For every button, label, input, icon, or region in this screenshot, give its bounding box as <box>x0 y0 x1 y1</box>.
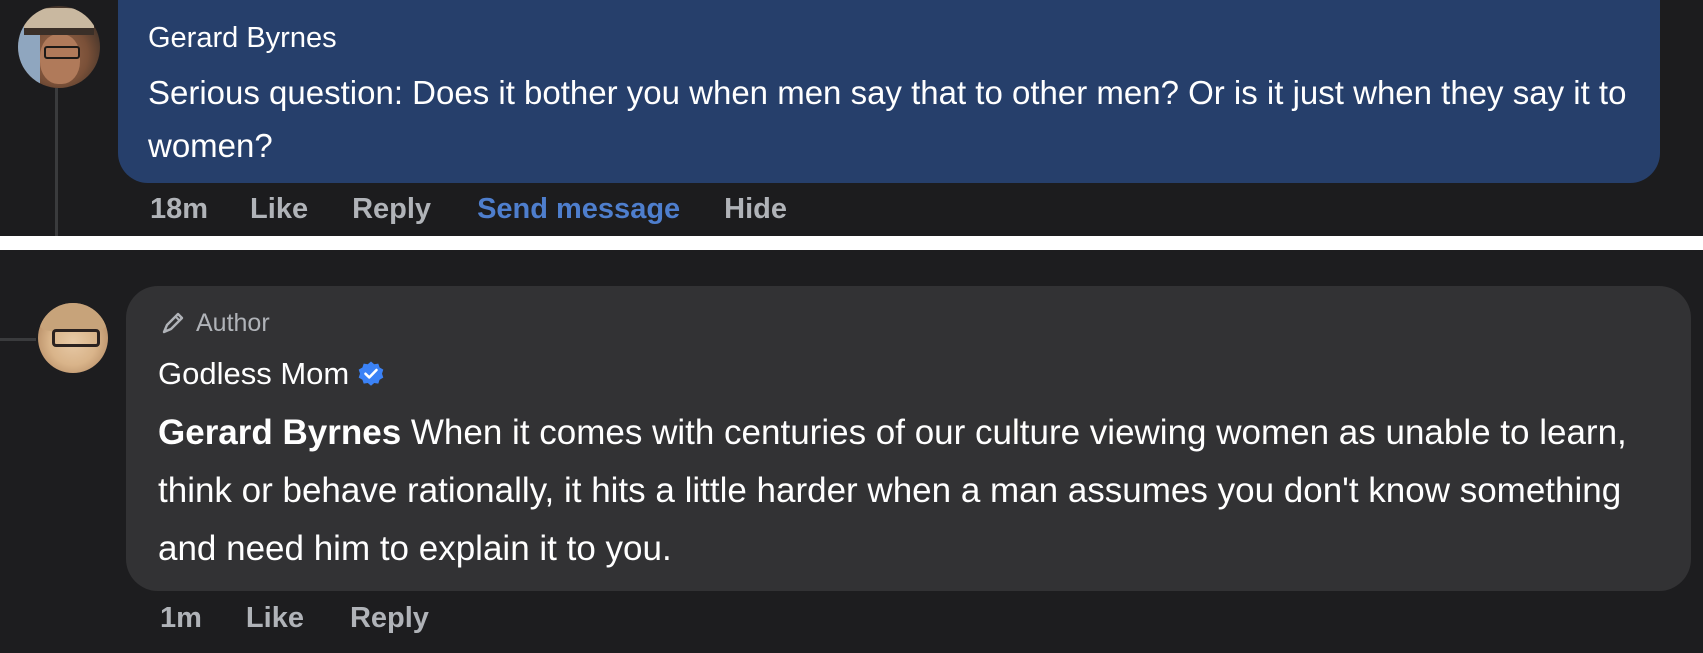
pencil-icon <box>162 312 184 334</box>
avatar-background <box>18 26 40 86</box>
comment-author-name-row: Godless Mom <box>158 356 385 392</box>
avatar-hat-band <box>24 28 94 35</box>
verified-badge-icon <box>358 361 384 386</box>
comment-timestamp[interactable]: 1m <box>160 602 202 635</box>
reply-button[interactable]: Reply <box>352 193 431 226</box>
author-badge: Author <box>158 308 270 338</box>
mention-link[interactable]: Gerard Byrnes <box>158 413 401 452</box>
gerard-avatar[interactable] <box>18 6 100 88</box>
comment-author-name[interactable]: Gerard Byrnes <box>148 22 337 55</box>
comment-text: Serious question: Does it bother you whe… <box>148 74 1627 164</box>
hide-button[interactable]: Hide <box>724 193 787 226</box>
thread-line-stub <box>0 338 36 341</box>
godless-mom-avatar[interactable] <box>38 303 108 373</box>
comment-text: Gerard Byrnes When it comes with centuri… <box>158 404 1663 578</box>
thread-line <box>55 88 58 236</box>
avatar-hair <box>40 303 106 331</box>
comment-bubble-bottom: Author Godless Mom Gerard Byrnes When it… <box>126 286 1691 591</box>
comment-actions-bottom: 1m Like Reply <box>160 602 429 635</box>
comment-actions-top: 18m Like Reply Send message Hide <box>150 193 787 226</box>
like-button[interactable]: Like <box>250 193 308 226</box>
avatar-face <box>40 34 80 84</box>
like-button[interactable]: Like <box>246 602 304 635</box>
send-message-button[interactable]: Send message <box>477 193 680 226</box>
author-badge-label: Author <box>196 308 270 337</box>
reply-button[interactable]: Reply <box>350 602 429 635</box>
comment-timestamp[interactable]: 18m <box>150 193 208 226</box>
screenshot-divider <box>0 236 1703 250</box>
comment-author-name[interactable]: Godless Mom <box>158 356 349 392</box>
avatar-glasses <box>52 329 100 347</box>
avatar-glasses <box>44 46 80 59</box>
comment-bubble-top: Gerard Byrnes Serious question: Does it … <box>118 0 1660 183</box>
